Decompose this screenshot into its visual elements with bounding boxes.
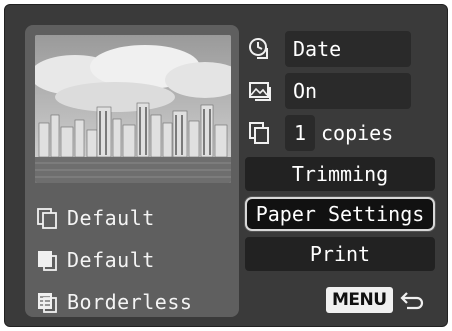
back-arrow-icon [400,292,423,310]
paper-type-row: Default [35,245,155,275]
paper-type-value: Default [67,248,155,272]
paper-settings-button[interactable]: Paper Settings [245,197,435,231]
file-number-setting-row[interactable]: On [245,73,411,109]
print-button[interactable]: Print [245,237,435,271]
date-value[interactable]: Date [285,31,411,67]
date-setting-row[interactable]: Date [245,31,411,67]
menu-back-control[interactable]: MENU [326,287,427,313]
preview-panel: Default Default Borderless [25,25,239,317]
clock-icon [245,34,275,64]
copies-setting-row[interactable]: 1 copies [245,115,393,151]
paper-size-row: Default [35,203,155,233]
trimming-button[interactable]: Trimming [245,157,435,191]
paper-type-icon [38,251,57,271]
copies-icon [245,118,275,148]
photo-preview [35,35,231,183]
paper-size-value: Default [67,206,155,230]
paper-layout-value: Borderless [67,290,193,314]
menu-label: MENU [326,287,393,313]
image-icon [245,76,275,106]
copies-count[interactable]: 1 [285,115,315,151]
paper-layout-row: Borderless [35,287,192,317]
paper-layout-icon [38,293,57,313]
paper-size-icon [37,208,57,229]
file-number-value[interactable]: On [285,73,411,109]
print-settings-screen: Default Default Borderless Date On 1 cop… [4,4,448,327]
copies-label: copies [321,121,394,145]
